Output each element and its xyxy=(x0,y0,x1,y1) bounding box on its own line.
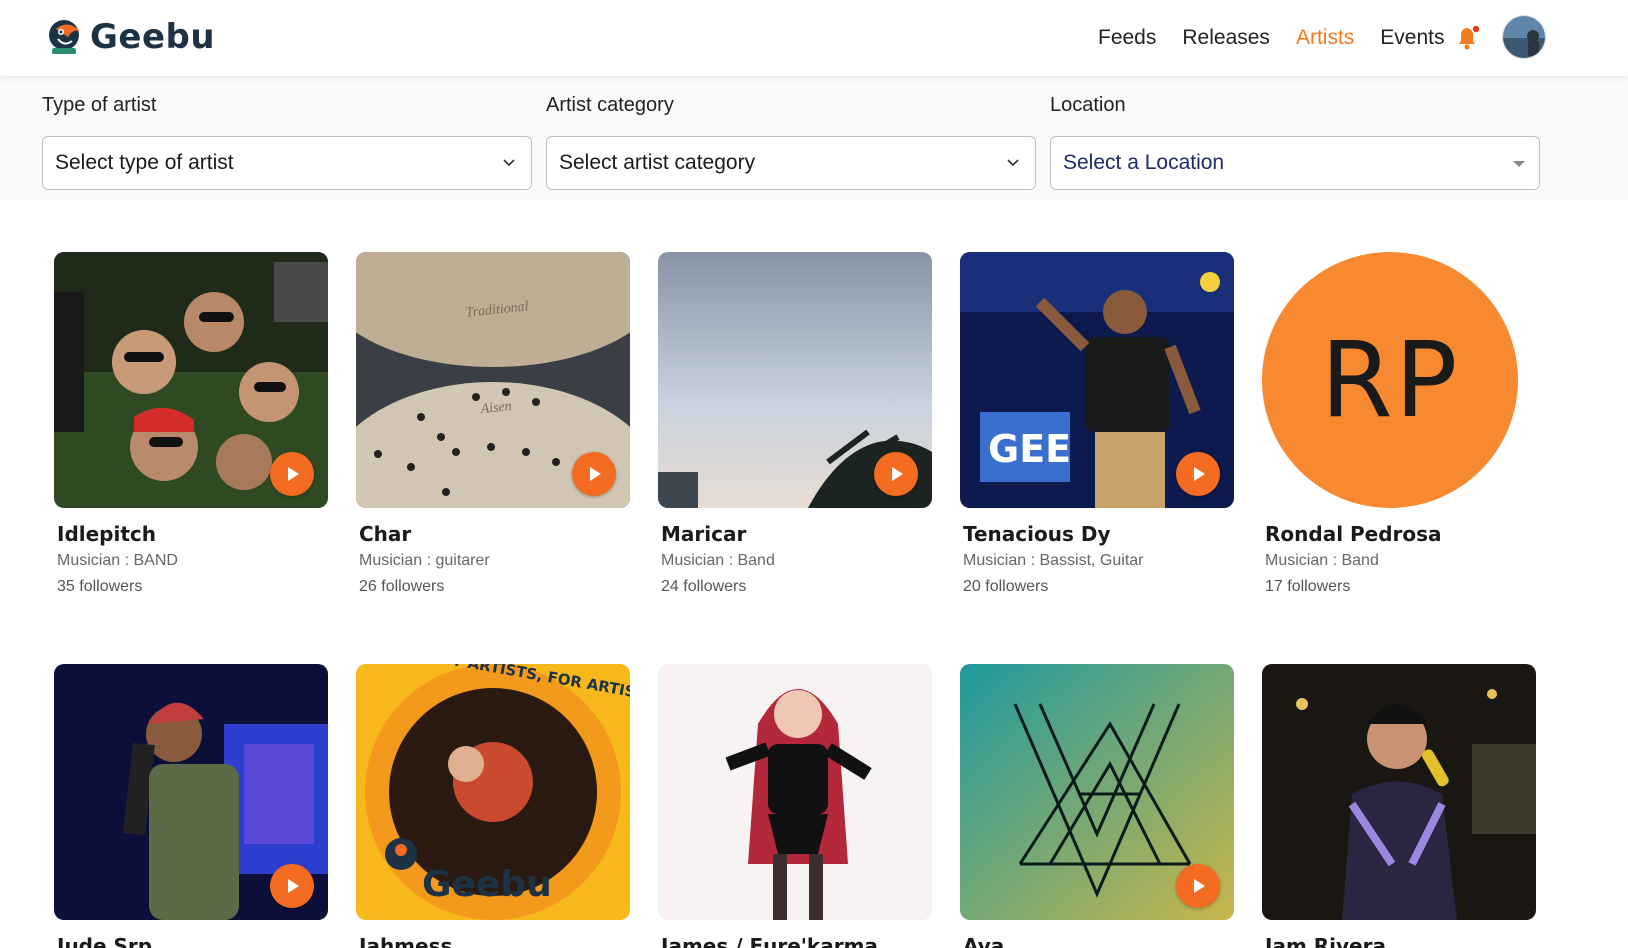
brand-name: Geebu xyxy=(90,17,216,57)
artist-image[interactable] xyxy=(54,664,328,920)
artist-name[interactable]: Rondal Pedrosa xyxy=(1265,522,1536,546)
artist-followers: 26 followers xyxy=(359,578,445,595)
caret-down-icon xyxy=(1513,161,1525,167)
artist-image[interactable]: GEE xyxy=(960,252,1234,508)
nav-releases[interactable]: Releases xyxy=(1182,26,1270,50)
artist-role: Musician : BAND xyxy=(57,552,178,569)
artist-name[interactable]: Idlepitch xyxy=(57,522,328,546)
top-header: Geebu Feeds Releases Artists Events xyxy=(0,0,1628,76)
play-button[interactable] xyxy=(1176,452,1220,496)
artist-initials-avatar[interactable]: RP xyxy=(1262,252,1518,508)
category-select-value: Select artist category xyxy=(559,151,756,174)
artist-role: Musician : guitarer xyxy=(359,552,490,569)
artist-image[interactable] xyxy=(960,664,1234,920)
artist-name[interactable]: Jam Rivera xyxy=(1265,934,1536,948)
artist-card[interactable]: Idlepitch Musician : BAND 35 followers xyxy=(54,252,328,596)
location-select[interactable]: Select a Location xyxy=(1050,136,1540,190)
artist-image[interactable] xyxy=(658,252,932,508)
nav-events[interactable]: Events xyxy=(1380,26,1444,50)
night-singer-photo xyxy=(1262,664,1536,920)
play-button[interactable] xyxy=(270,452,314,496)
artist-card[interactable]: GEE Tenacious Dy Musician : Bassist, Gui… xyxy=(960,252,1234,596)
location-filter-label: Location xyxy=(1050,94,1126,116)
artist-card[interactable]: Jude Srp xyxy=(54,664,328,948)
artist-image[interactable] xyxy=(658,664,932,920)
play-icon xyxy=(590,467,601,481)
geebu-logo[interactable]: Geebu xyxy=(46,14,215,60)
play-button[interactable] xyxy=(572,452,616,496)
nav-feeds[interactable]: Feeds xyxy=(1098,26,1156,50)
artist-card[interactable]: Ava xyxy=(960,664,1234,948)
artist-name[interactable]: Ava xyxy=(963,934,1234,948)
artist-card[interactable]: RP Rondal Pedrosa Musician : Band 17 fol… xyxy=(1262,252,1536,596)
user-avatar[interactable] xyxy=(1502,15,1546,59)
bell-icon[interactable] xyxy=(1455,24,1481,52)
play-button[interactable] xyxy=(1176,864,1220,908)
play-button[interactable] xyxy=(270,864,314,908)
artist-image[interactable]: BY ARTISTS, FOR ARTISTS Geebu xyxy=(356,664,630,920)
category-filter: Artist category Select artist category xyxy=(546,94,1036,190)
main-nav: Feeds Releases Artists Events xyxy=(1098,0,1444,76)
artist-card[interactable]: Maricar Musician : Band 24 followers xyxy=(658,252,932,596)
avatar-image xyxy=(1503,16,1545,58)
svg-text:GEE: GEE xyxy=(988,427,1071,471)
play-icon xyxy=(1194,467,1205,481)
artist-followers: 20 followers xyxy=(963,578,1049,595)
filter-bar: Type of artist Select type of artist Art… xyxy=(0,76,1628,200)
artist-role: Musician : Band xyxy=(1265,552,1379,569)
artist-name[interactable]: Jahmess xyxy=(359,934,630,948)
artist-card[interactable]: James / Eure'karma xyxy=(658,664,932,948)
artist-card[interactable]: BY ARTISTS, FOR ARTISTS Geebu Jahmess xyxy=(356,664,630,948)
artist-followers: 35 followers xyxy=(57,578,143,595)
badge-brand-text: Geebu xyxy=(422,864,552,905)
play-icon xyxy=(892,467,903,481)
type-select[interactable]: Select type of artist xyxy=(42,136,532,190)
category-filter-label: Artist category xyxy=(546,94,674,116)
nav-artists[interactable]: Artists xyxy=(1296,26,1354,50)
artist-role: Musician : Band xyxy=(661,552,775,569)
artist-name[interactable]: Maricar xyxy=(661,522,932,546)
artist-name[interactable]: Char xyxy=(359,522,630,546)
artist-name[interactable]: James / Eure'karma xyxy=(661,934,932,948)
artist-followers: 24 followers xyxy=(661,578,747,595)
artist-initials: RP xyxy=(1320,319,1460,441)
type-select-value: Select type of artist xyxy=(55,151,234,174)
location-filter: Location Select a Location xyxy=(1050,94,1540,190)
location-select-value: Select a Location xyxy=(1063,151,1225,174)
artist-role: Musician : Bassist, Guitar xyxy=(963,552,1144,569)
artist-name[interactable]: Jude Srp xyxy=(57,934,328,948)
play-icon xyxy=(1194,879,1205,893)
artist-card[interactable]: Traditional Aisen Char Musician : guitar… xyxy=(356,252,630,596)
type-filter: Type of artist Select type of artist xyxy=(42,94,532,190)
play-icon xyxy=(288,467,299,481)
chevron-down-icon xyxy=(503,159,515,167)
artist-image[interactable] xyxy=(1262,664,1536,920)
chevron-down-icon xyxy=(1007,159,1019,167)
artist-image[interactable]: Traditional Aisen xyxy=(356,252,630,508)
artist-image[interactable] xyxy=(54,252,328,508)
performer-photo xyxy=(658,664,932,920)
play-icon xyxy=(288,879,299,893)
category-select[interactable]: Select artist category xyxy=(546,136,1036,190)
toucan-logo-icon xyxy=(49,20,80,54)
play-button[interactable] xyxy=(874,452,918,496)
artist-card[interactable]: Jam Rivera xyxy=(1262,664,1536,948)
type-filter-label: Type of artist xyxy=(42,94,157,116)
artist-followers: 17 followers xyxy=(1265,578,1351,595)
artist-name[interactable]: Tenacious Dy xyxy=(963,522,1234,546)
